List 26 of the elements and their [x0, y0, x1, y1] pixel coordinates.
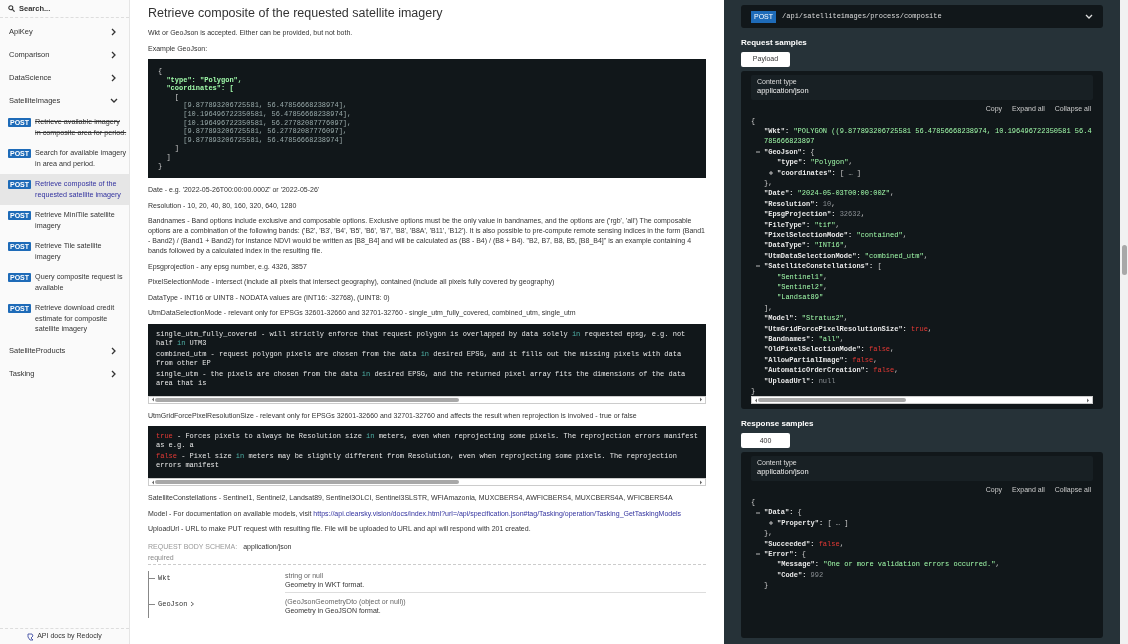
chevron-icon — [110, 73, 118, 82]
collapse-icon[interactable] — [755, 551, 761, 558]
expand-icon[interactable] — [768, 169, 774, 176]
chevron-icon — [190, 600, 196, 607]
collapse-icon[interactable] — [755, 263, 761, 270]
collapse-icon[interactable] — [755, 509, 761, 516]
horizontal-scrollbar[interactable] — [751, 396, 1093, 405]
chevron-icon — [110, 96, 118, 105]
scroll-right-icon[interactable] — [699, 397, 703, 403]
scroll-right-icon[interactable] — [1086, 397, 1090, 403]
page-title: Retrieve composite of the requested satellite imagery — [148, 5, 444, 21]
collapse-icon[interactable] — [755, 148, 761, 155]
section-heading: Request samples — [741, 38, 808, 48]
chevron-icon — [110, 50, 118, 59]
vertical-scrollbar[interactable] — [1120, 0, 1128, 644]
logo-icon — [27, 632, 35, 641]
horizontal-scrollbar[interactable] — [148, 478, 706, 487]
chevron-icon — [1085, 12, 1093, 21]
section-heading: Response samples — [741, 419, 815, 430]
scroll-right-icon[interactable] — [699, 479, 703, 485]
horizontal-scrollbar[interactable] — [148, 395, 706, 404]
chevron-icon — [110, 347, 118, 355]
expand-icon[interactable] — [768, 519, 774, 526]
search-icon — [8, 5, 15, 12]
chevron-icon — [110, 370, 118, 378]
chevron-icon — [110, 27, 118, 36]
